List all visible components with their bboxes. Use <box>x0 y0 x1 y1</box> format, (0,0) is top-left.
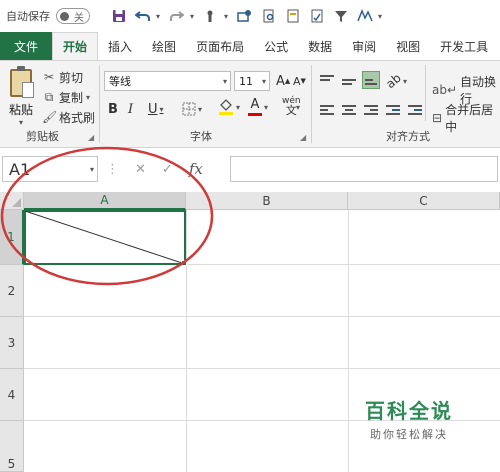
tab-view[interactable]: 视图 <box>386 32 430 60</box>
tab-draw[interactable]: 绘图 <box>142 32 186 60</box>
quick-access-toolbar: 自动保存 关 ▾ ▾ ▾ ▾ <box>0 0 500 32</box>
row-header-4[interactable]: 4 <box>0 369 24 421</box>
copy-button[interactable]: ⧉ 复制 ▾ <box>42 87 95 107</box>
filter-icon[interactable] <box>330 5 352 27</box>
touch-dropdown-icon[interactable]: ▾ <box>224 12 232 21</box>
watermark-title: 百科全说 <box>365 399 453 423</box>
font-launcher-icon[interactable]: ◢ <box>300 133 306 142</box>
font-color-swatch <box>248 113 262 116</box>
font-name-select[interactable]: 等线 ▾ <box>104 71 231 91</box>
paste-dropdown-icon[interactable]: ▾ <box>6 118 36 127</box>
clipboard-icon <box>10 66 34 98</box>
scissors-icon: ✂ <box>43 70 55 84</box>
borders-button[interactable]: ▾ <box>182 99 202 119</box>
decrease-indent-icon[interactable] <box>384 101 402 119</box>
italic-button[interactable]: I <box>128 99 133 119</box>
align-top-icon[interactable] <box>318 71 336 89</box>
horizontal-align-row <box>318 101 380 119</box>
text-orientation-icon: ab <box>383 70 404 92</box>
watermark-subtitle: 助你轻松解决 <box>370 428 448 441</box>
touch-mode-icon[interactable] <box>200 5 222 27</box>
chevron-down-icon[interactable]: ▾ <box>236 103 240 112</box>
font-size-select[interactable]: 11 ▾ <box>234 71 270 91</box>
borders-icon <box>182 102 196 116</box>
merge-cells-icon: ⊟ <box>432 111 443 125</box>
autosave-label: 自动保存 <box>6 10 50 23</box>
wrap-text-icon: ab↵ <box>432 83 458 97</box>
customize-toolbar-icon[interactable]: ▾ <box>378 12 386 21</box>
indent-row <box>384 101 424 119</box>
tab-insert[interactable]: 插入 <box>98 32 142 60</box>
align-middle-icon[interactable] <box>340 71 358 89</box>
annotation-ellipse <box>0 146 214 286</box>
shrink-font-button[interactable]: A ▼ <box>293 71 306 91</box>
ribbon-home: 粘贴 ▾ ✂ 剪切 ⧉ 复制 ▾ 🖌 格式刷 剪贴板 ◢ 等线 ▾ 11 ▾ A ▲ A ▼ B… <box>0 60 500 148</box>
watermark: 百科全说 助你轻松解决 <box>365 395 453 442</box>
row-header-3[interactable]: 3 <box>0 317 24 369</box>
formula-input[interactable] <box>230 156 498 182</box>
redo-dropdown-icon[interactable]: ▾ <box>190 12 198 21</box>
print-preview-icon[interactable] <box>258 5 280 27</box>
bold-button[interactable]: B <box>108 99 118 119</box>
spellcheck-icon[interactable] <box>306 5 328 27</box>
chevron-down-icon[interactable]: ▾ <box>160 105 164 114</box>
ink-icon[interactable] <box>354 5 376 27</box>
merge-center-button[interactable]: ⊟ 合并后居中 <box>432 101 500 135</box>
undo-icon[interactable] <box>132 5 154 27</box>
fill-color-button[interactable]: ▾ <box>218 97 240 117</box>
paste-label: 粘贴 <box>8 103 33 117</box>
align-right-icon[interactable] <box>362 101 380 119</box>
phonetic-dropdown-icon[interactable]: ▾ <box>296 103 300 112</box>
chevron-down-icon[interactable]: ▾ <box>264 103 268 112</box>
undo-dropdown-icon[interactable]: ▾ <box>156 12 164 21</box>
increase-indent-icon[interactable] <box>406 101 424 119</box>
share-icon[interactable] <box>234 5 256 27</box>
paintbrush-icon: 🖌 <box>42 110 58 124</box>
column-header-c[interactable]: C <box>348 192 500 210</box>
tab-home[interactable]: 开始 <box>52 32 99 60</box>
tab-formulas[interactable]: 公式 <box>254 32 298 60</box>
grow-font-button[interactable]: A ▲ <box>276 71 290 91</box>
chevron-down-icon[interactable]: ▾ <box>198 105 202 114</box>
chevron-down-icon: ▾ <box>261 76 266 86</box>
align-center-icon[interactable] <box>340 101 358 119</box>
format-painter-button[interactable]: 🖌 格式刷 <box>42 107 95 127</box>
save-icon[interactable] <box>108 5 130 27</box>
copy-icon: ⧉ <box>44 89 54 104</box>
document-icon[interactable] <box>282 5 304 27</box>
row-header-5[interactable]: 5 <box>0 421 24 472</box>
cut-button[interactable]: ✂ 剪切 <box>42 67 95 87</box>
clipboard-commands: ✂ 剪切 ⧉ 复制 ▾ 🖌 格式刷 <box>42 67 95 127</box>
tab-data[interactable]: 数据 <box>298 32 342 60</box>
tab-review[interactable]: 审阅 <box>342 32 386 60</box>
copy-dropdown-icon[interactable]: ▾ <box>86 93 90 102</box>
tab-page-layout[interactable]: 页面布局 <box>186 32 254 60</box>
tab-file[interactable]: 文件 <box>0 32 53 60</box>
vertical-align-row <box>318 71 380 89</box>
font-color-button[interactable]: A ▾ <box>248 97 268 117</box>
align-left-icon[interactable] <box>318 101 336 119</box>
paint-bucket-icon <box>219 99 233 115</box>
align-bottom-icon[interactable] <box>362 71 380 89</box>
redo-icon[interactable] <box>166 5 188 27</box>
paste-button[interactable]: 粘贴 ▾ <box>6 66 36 127</box>
tab-developer[interactable]: 开发工具 <box>430 32 498 60</box>
autosave-toggle[interactable]: 关 <box>56 8 90 24</box>
underline-button[interactable]: U ▾ <box>148 99 164 119</box>
orientation-button[interactable]: ab ▾ <box>383 70 407 92</box>
ribbon-tabs: 文件 开始 插入 绘图 页面布局 公式 数据 审阅 视图 开发工具 <box>0 32 500 60</box>
alignment-group-label: 对齐方式 <box>386 130 430 143</box>
chevron-down-icon: ▾ <box>222 76 227 86</box>
